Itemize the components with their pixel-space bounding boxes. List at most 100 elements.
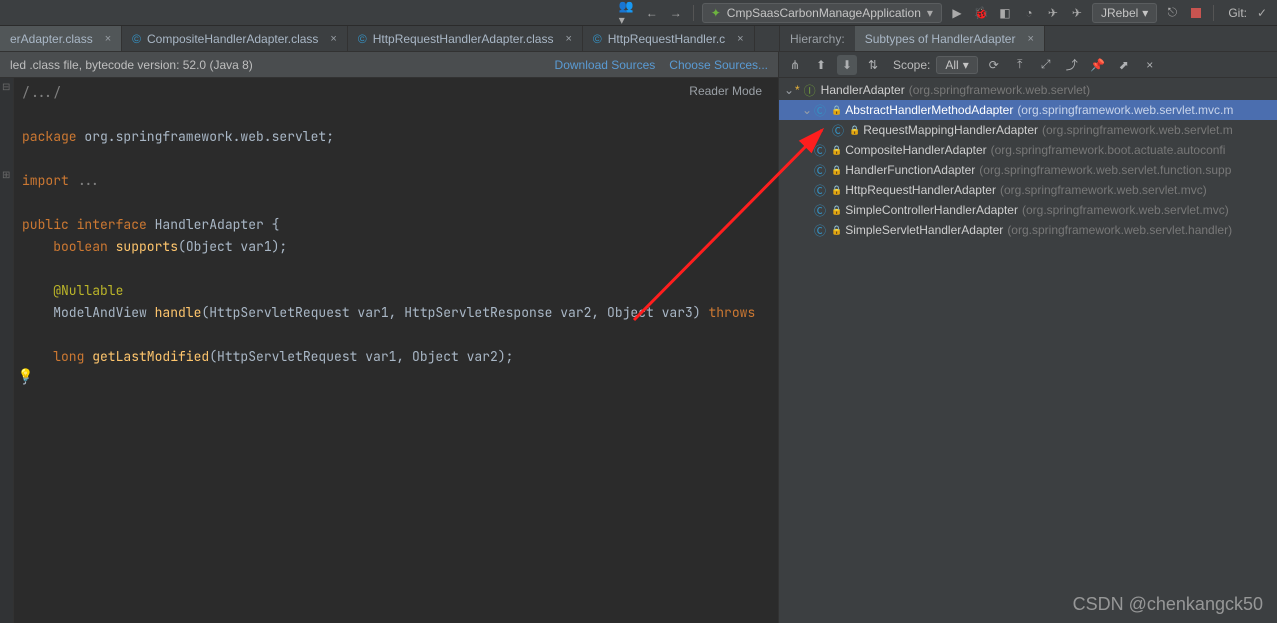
git-label: Git: xyxy=(1228,6,1247,20)
tree-node-package: (org.springframework.web.servlet.mvc) xyxy=(1000,183,1207,197)
tree-node-name: RequestMappingHandlerAdapter xyxy=(863,123,1038,137)
jrebel-selector[interactable]: JRebel ▾ xyxy=(1092,3,1157,23)
class-icon: Ⓒ xyxy=(831,123,845,137)
lock-icon: 🔒 xyxy=(831,185,842,196)
scope-label: Scope: xyxy=(893,58,930,72)
users-icon[interactable]: 👥▾ xyxy=(619,4,637,22)
tree-node-package: (org.springframework.web.servlet.mvc) xyxy=(1022,203,1229,217)
fold-icon[interactable]: ⊞ xyxy=(2,170,10,181)
lock-icon: 🔒 xyxy=(831,225,842,236)
hierarchy-tabs: Hierarchy: Subtypes of HandlerAdapter × xyxy=(779,26,1277,51)
close-icon[interactable]: × xyxy=(1027,33,1033,45)
chevron-icon[interactable]: ⌄ xyxy=(801,103,813,117)
tree-node-package: (org.springframework.web.servlet.functio… xyxy=(979,163,1231,177)
run-config-label: CmpSaasCarbonManageApplication xyxy=(727,6,921,20)
close-icon[interactable]: × xyxy=(565,33,571,45)
decompile-msg: led .class file, bytecode version: 52.0 … xyxy=(10,58,541,72)
autoscroll-icon[interactable]: ⤒ xyxy=(1010,55,1030,75)
class-icon: Ⓒ xyxy=(813,163,827,177)
class-icon: Ⓒ xyxy=(813,143,827,157)
tree-row[interactable]: Ⓒ🔒SimpleServletHandlerAdapter(org.spring… xyxy=(779,220,1277,240)
editor-panel: led .class file, bytecode version: 52.0 … xyxy=(0,52,779,623)
jrebel-label: JRebel xyxy=(1101,6,1138,20)
profile-icon[interactable]: ◔ xyxy=(1020,4,1038,22)
lock-icon: 🔒 xyxy=(831,105,842,116)
tabs-row: erAdapter.class × © CompositeHandlerAdap… xyxy=(0,26,1277,52)
decompile-banner: led .class file, bytecode version: 52.0 … xyxy=(0,52,778,78)
tab-httprequesthandler[interactable]: © HttpRequestHandler.c × xyxy=(583,26,755,51)
tab-composite[interactable]: © CompositeHandlerAdapter.class × xyxy=(122,26,348,51)
attach-icon[interactable]: ⎋ xyxy=(1163,4,1181,22)
open-new-icon[interactable]: ⬈ xyxy=(1114,55,1134,75)
tree-node-name: SimpleControllerHandlerAdapter xyxy=(845,203,1018,217)
run-icon[interactable]: ▶ xyxy=(948,4,966,22)
tree-row[interactable]: ⌄Ⓒ🔒AbstractHandlerMethodAdapter(org.spri… xyxy=(779,100,1277,120)
fold-icon[interactable]: ⊟ xyxy=(2,82,10,93)
tree-node-name: CompositeHandlerAdapter xyxy=(845,143,986,157)
tree-row[interactable]: Ⓒ 🔒CompositeHandlerAdapter (org.springfram… xyxy=(779,140,1277,160)
hierarchy-tree[interactable]: ⌄*ⒾHandlerAdapter(org.springframework.we… xyxy=(779,78,1277,623)
tab-httprequesthandleradapter[interactable]: © HttpRequestHandlerAdapter.class × xyxy=(348,26,583,51)
refresh-icon[interactable]: ⟳ xyxy=(984,55,1004,75)
sort-icon[interactable]: ⇅ xyxy=(863,55,883,75)
pin-icon[interactable]: 📌 xyxy=(1088,55,1108,75)
expand-icon[interactable]: ⤢ xyxy=(1036,55,1056,75)
choose-sources-link[interactable]: Choose Sources... xyxy=(669,58,768,72)
chevron-icon[interactable]: ⌄ xyxy=(783,83,795,97)
rocket2-icon[interactable]: ✈ xyxy=(1068,4,1086,22)
tab-label: Subtypes of HandlerAdapter xyxy=(865,32,1016,46)
spring-icon: ✦ xyxy=(711,6,721,20)
debug-icon[interactable]: 🐞 xyxy=(972,4,990,22)
lock-icon: 🔒 xyxy=(831,145,842,156)
tree-row[interactable]: Ⓒ🔒HttpRequestHandlerAdapter(org.springfr… xyxy=(779,180,1277,200)
star-icon: * xyxy=(795,83,800,97)
download-sources-link[interactable]: Download Sources xyxy=(555,58,656,72)
supertypes-icon[interactable]: ⬆ xyxy=(811,55,831,75)
lock-icon: 🔒 xyxy=(831,165,842,176)
tree-node-name: AbstractHandlerMethodAdapter xyxy=(845,103,1013,117)
hierarchy-toolbar: ⋔ ⬆ ⬇ ⇅ Scope: All ▾ ⟳ ⤒ ⤢ ⤴ 📌 ⬈ × xyxy=(779,52,1277,78)
close-icon[interactable]: × xyxy=(105,33,111,45)
tree-row[interactable]: Ⓒ🔒RequestMappingHandlerAdapter(org.sprin… xyxy=(779,120,1277,140)
lock-icon: 🔒 xyxy=(831,205,842,216)
chevron-down-icon: ▾ xyxy=(927,6,933,20)
close-icon[interactable]: × xyxy=(330,33,336,45)
tab-label: erAdapter.class xyxy=(10,32,93,46)
lock-icon: 🔒 xyxy=(849,125,860,136)
source-code[interactable]: /.../ package org.springframework.web.se… xyxy=(14,78,763,623)
subtypes-icon[interactable]: ⬇ xyxy=(837,55,857,75)
interface-icon: Ⓘ xyxy=(803,83,817,97)
rocket1-icon[interactable]: ✈ xyxy=(1044,4,1062,22)
forward-icon[interactable]: → xyxy=(667,4,685,22)
class-hierarchy-icon[interactable]: ⋔ xyxy=(785,55,805,75)
hierarchy-panel-label: Hierarchy: xyxy=(780,26,855,51)
tab-hierarchy[interactable]: Subtypes of HandlerAdapter × xyxy=(855,26,1045,51)
class-icon: © xyxy=(132,32,141,46)
intention-bulb-icon[interactable]: 💡 xyxy=(18,368,33,382)
tree-node-package: (org.springframework.boot.actuate.autoco… xyxy=(991,143,1226,157)
tree-node-name: HandlerFunctionAdapter xyxy=(845,163,975,177)
scope-dropdown[interactable]: All ▾ xyxy=(936,56,977,74)
stop-icon[interactable] xyxy=(1187,4,1205,22)
back-icon[interactable]: ← xyxy=(643,4,661,22)
run-config-selector[interactable]: ✦ CmpSaasCarbonManageApplication ▾ xyxy=(702,3,942,23)
tree-row[interactable]: Ⓒ 🔒HandlerFunctionAdapter (org.springframe… xyxy=(779,160,1277,180)
class-icon: Ⓒ xyxy=(813,203,827,217)
export-icon[interactable]: ⤴ xyxy=(1062,55,1082,75)
tree-node-name: SimpleServletHandlerAdapter xyxy=(845,223,1003,237)
code-area[interactable]: ⊟ ⊞ /.../ package org.springframework.we… xyxy=(0,78,778,623)
class-icon: © xyxy=(593,32,602,46)
tree-row[interactable]: ⌄*ⒾHandlerAdapter(org.springframework.we… xyxy=(779,80,1277,100)
tab-label: CompositeHandlerAdapter.class xyxy=(147,32,318,46)
git-update-icon[interactable]: ✓ xyxy=(1253,4,1271,22)
scope-value: All xyxy=(945,58,958,72)
close-icon[interactable]: × xyxy=(1140,55,1160,75)
chevron-down-icon: ▾ xyxy=(963,58,969,72)
tab-eradapter[interactable]: erAdapter.class × xyxy=(0,26,122,51)
tree-row[interactable]: Ⓒ 🔒SimpleControllerHandlerAdapter (org.spr… xyxy=(779,200,1277,220)
gutter: ⊟ ⊞ xyxy=(0,78,14,623)
class-icon: Ⓒ xyxy=(813,103,827,117)
close-icon[interactable]: × xyxy=(737,33,743,45)
coverage-icon[interactable]: ◧ xyxy=(996,4,1014,22)
reader-mode-toggle[interactable]: Reader Mode xyxy=(689,84,762,98)
